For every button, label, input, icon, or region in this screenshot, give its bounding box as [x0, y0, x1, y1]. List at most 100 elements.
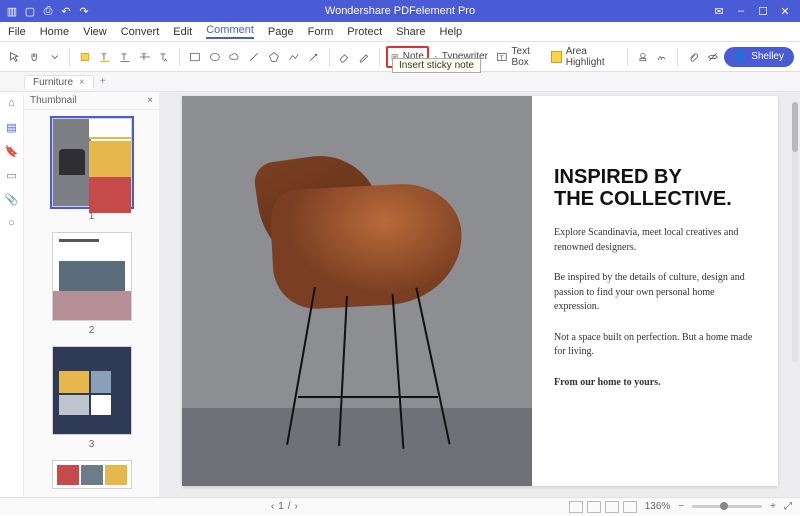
oval-shape-icon[interactable] [206, 46, 224, 68]
menu-help[interactable]: Help [440, 26, 463, 38]
dropdown-icon[interactable] [46, 46, 64, 68]
svg-text:T: T [121, 51, 127, 61]
layers-icon[interactable]: ▭ [5, 168, 19, 182]
app-title: Wondershare PDFelement Pro [90, 5, 710, 17]
menu-share[interactable]: Share [396, 26, 425, 38]
thumbnail-page-1[interactable] [52, 118, 132, 207]
connected-lines-icon[interactable] [285, 46, 303, 68]
view-single-icon[interactable] [569, 501, 583, 513]
caret-insert-icon[interactable]: T [155, 46, 173, 68]
svg-text:T: T [500, 54, 504, 61]
rectangle-shape-icon[interactable] [186, 46, 204, 68]
separator [677, 48, 678, 66]
menu-home[interactable]: Home [40, 26, 69, 38]
bookmarks-icon[interactable]: 🔖 [5, 144, 19, 158]
zoom-in-button[interactable]: + [770, 501, 776, 512]
line-shape-icon[interactable] [245, 46, 263, 68]
svg-text:T: T [101, 51, 107, 61]
undo-icon[interactable]: ↶ [60, 5, 72, 17]
eraser-icon[interactable] [335, 46, 353, 68]
stamp-icon[interactable] [634, 46, 652, 68]
thumbnail-page-3[interactable] [52, 346, 132, 435]
select-tool-icon[interactable] [6, 46, 24, 68]
thumbnail-number: 3 [89, 439, 95, 450]
thumbnail-list[interactable]: 1 2 3 [24, 110, 159, 497]
document-tabstrip: Furniture × + [0, 72, 800, 92]
app-logo-icon: ▥ [6, 5, 18, 17]
menu-convert[interactable]: Convert [121, 26, 160, 38]
separator [329, 48, 330, 66]
area-highlight-button[interactable]: Area Highlight [548, 46, 620, 68]
polygon-shape-icon[interactable] [265, 46, 283, 68]
redo-icon[interactable]: ↷ [78, 5, 90, 17]
arrow-shape-icon[interactable] [305, 46, 323, 68]
thumbnails-icon[interactable]: ▤ [5, 120, 19, 134]
thumbnail-page-2[interactable] [52, 232, 132, 321]
user-account-pill[interactable]: 👤 Shelley [724, 47, 794, 67]
comments-panel-icon[interactable]: ○ [5, 216, 19, 230]
menu-view[interactable]: View [83, 26, 107, 38]
window-controls: ✉ – ☐ ✕ [710, 3, 794, 19]
zoom-out-button[interactable]: − [678, 501, 684, 512]
document-tab[interactable]: Furniture × [24, 75, 94, 89]
view-cont-facing-icon[interactable] [623, 501, 637, 513]
menu-file[interactable]: File [8, 26, 26, 38]
tab-label: Furniture [33, 77, 73, 88]
textbox-icon: T [496, 50, 508, 64]
workspace: ⌂ ▤ 🔖 ▭ 📎 ○ Thumbnail × 1 2 3 [0, 92, 800, 497]
note-tooltip: Insert sticky note [392, 58, 481, 73]
cloud-shape-icon[interactable] [226, 46, 244, 68]
page-paragraph: Explore Scandinavia, meet local creative… [554, 226, 756, 255]
menu-protect[interactable]: Protect [347, 26, 382, 38]
page-paragraph-strong: From our home to yours. [554, 376, 756, 391]
heading-line-2: THE COLLECTIVE. [554, 188, 732, 210]
attachment-icon[interactable] [684, 46, 702, 68]
view-continuous-icon[interactable] [587, 501, 601, 513]
print-icon[interactable]: ⎙ [42, 5, 54, 17]
page-separator: / [288, 501, 291, 512]
close-button[interactable]: ✕ [776, 3, 794, 19]
add-tab-button[interactable]: + [100, 76, 106, 87]
underline-icon[interactable]: T [116, 46, 134, 68]
hand-tool-icon[interactable] [26, 46, 44, 68]
hide-comments-icon[interactable] [704, 46, 722, 68]
menu-edit[interactable]: Edit [173, 26, 192, 38]
page-current[interactable]: 1 [278, 501, 284, 512]
fit-page-button[interactable]: ⤢ [784, 501, 792, 512]
pencil-icon[interactable] [355, 46, 373, 68]
thumbnail-page-4[interactable] [52, 460, 132, 489]
menu-comment[interactable]: Comment [206, 24, 254, 39]
minimize-button[interactable]: – [732, 3, 750, 19]
status-bar: ‹ 1 / › 136% − + ⤢ [0, 497, 800, 515]
thumbnail-number: 2 [89, 325, 95, 336]
document-canvas[interactable]: INSPIRED BY THE COLLECTIVE. Explore Scan… [160, 92, 800, 497]
menu-page[interactable]: Page [268, 26, 294, 38]
maximize-button[interactable]: ☐ [754, 3, 772, 19]
attachments-panel-icon[interactable]: 📎 [5, 192, 19, 206]
separator [69, 48, 70, 66]
highlight-text-icon[interactable] [76, 46, 94, 68]
open-folder-icon[interactable]: ▢ [24, 5, 36, 17]
next-page-button[interactable]: › [295, 501, 298, 512]
vertical-scrollbar[interactable] [792, 102, 798, 362]
separator [627, 48, 628, 66]
textbox-button[interactable]: T Text Box [493, 46, 547, 68]
view-facing-icon[interactable] [605, 501, 619, 513]
underline-a-icon[interactable]: T [96, 46, 114, 68]
tab-close-icon[interactable]: × [79, 77, 85, 88]
page-paragraph: Not a space built on perfection. But a h… [554, 331, 756, 360]
signature-icon[interactable] [653, 46, 671, 68]
menu-form[interactable]: Form [308, 26, 334, 38]
side-nav-strip: ⌂ ▤ 🔖 ▭ 📎 ○ [0, 92, 24, 497]
separator [179, 48, 180, 66]
mail-icon[interactable]: ✉ [710, 3, 728, 19]
thumbnail-panel-title: Thumbnail [30, 95, 77, 106]
zoom-slider[interactable] [692, 505, 762, 508]
title-bar: ▥ ▢ ⎙ ↶ ↷ Wondershare PDFelement Pro ✉ –… [0, 0, 800, 22]
thumbnail-panel-close-icon[interactable]: × [147, 95, 153, 106]
home-icon[interactable]: ⌂ [5, 96, 19, 110]
menu-bar: File Home View Convert Edit Comment Page… [0, 22, 800, 42]
prev-page-button[interactable]: ‹ [271, 501, 274, 512]
strikethrough-icon[interactable]: T [136, 46, 154, 68]
area-highlight-swatch-icon [551, 51, 561, 63]
